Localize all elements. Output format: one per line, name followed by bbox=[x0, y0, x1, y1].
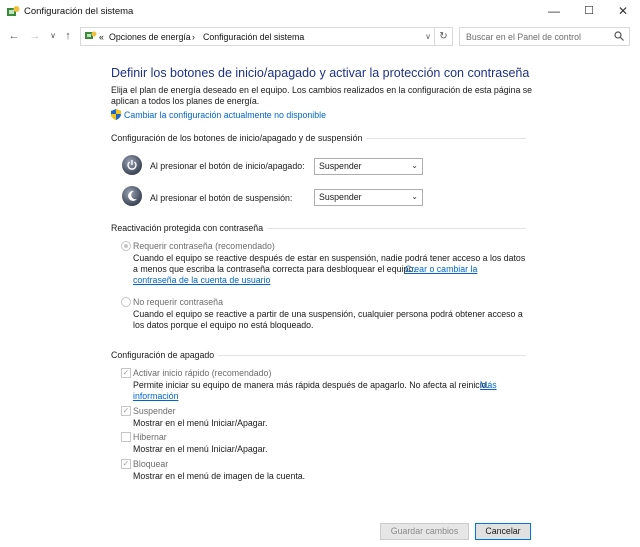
power-options-icon bbox=[7, 6, 20, 16]
no-password-desc-2: los datos porque el equipo no está bloqu… bbox=[133, 320, 314, 330]
create-password-link-line-2[interactable]: contraseña de la cuenta de usuario bbox=[133, 275, 270, 285]
require-password-desc-2: a menos que escriba la contraseña correc… bbox=[133, 264, 416, 274]
back-arrow-icon[interactable]: ← bbox=[7, 29, 21, 43]
sleep-button-label: Al presionar el botón de suspensión: bbox=[150, 193, 293, 203]
intro-text-line-1: Elija el plan de energía deseado en el e… bbox=[111, 85, 533, 95]
breadcrumb-power-options[interactable]: Opciones de energía bbox=[109, 32, 191, 42]
search-icon[interactable] bbox=[614, 31, 624, 41]
power-buttons-section-title: Configuración de los botones de inicio/a… bbox=[111, 133, 367, 143]
lock-desc: Mostrar en el menú de imagen de la cuent… bbox=[133, 471, 306, 481]
up-arrow-icon[interactable]: ↑ bbox=[61, 29, 75, 43]
sleep-button-action-select[interactable]: Suspender ⌄ bbox=[314, 189, 423, 206]
search-input[interactable]: Buscar en el Panel de control bbox=[466, 32, 581, 42]
more-info-link[interactable]: Más bbox=[480, 380, 497, 390]
page-title: Definir los botones de inicio/apagado y … bbox=[111, 66, 530, 80]
chevron-down-icon: ⌄ bbox=[411, 192, 418, 201]
chevron-down-icon: ⌄ bbox=[411, 161, 418, 170]
sleep-button-action-value: Suspender bbox=[319, 192, 362, 202]
fast-startup-checkbox[interactable]: ✓ bbox=[121, 368, 131, 378]
require-password-label[interactable]: Requerir contraseña (recomendado) bbox=[133, 241, 275, 251]
no-password-label[interactable]: No requerir contraseña bbox=[133, 297, 223, 307]
forward-arrow-icon[interactable]: → bbox=[28, 29, 42, 43]
fast-startup-label[interactable]: Activar inicio rápido (recomendado) bbox=[133, 368, 271, 378]
control-panel-icon bbox=[85, 31, 97, 39]
address-dropdown-icon[interactable]: ∨ bbox=[422, 28, 434, 45]
title-bar: Configuración del sistema — ☐ ✕ bbox=[0, 0, 640, 24]
save-changes-button[interactable]: Guardar cambios bbox=[380, 523, 469, 540]
hibernate-label[interactable]: Hibernar bbox=[133, 432, 167, 442]
recent-locations-icon[interactable]: ∨ bbox=[46, 29, 60, 43]
address-bar[interactable]: « Opciones de energía › Configuración de… bbox=[80, 27, 453, 46]
cancel-button[interactable]: Cancelar bbox=[475, 523, 531, 540]
lock-checkbox[interactable]: ✓ bbox=[121, 459, 131, 469]
require-password-desc-1: Cuando el equipo se reactive después de … bbox=[133, 253, 526, 263]
change-settings-link[interactable]: Cambiar la configuración actualmente no … bbox=[124, 110, 326, 120]
shutdown-section-title: Configuración de apagado bbox=[111, 350, 219, 360]
breadcrumb-prefix[interactable]: « bbox=[99, 32, 104, 42]
suspend-label[interactable]: Suspender bbox=[133, 406, 176, 416]
suspend-checkbox[interactable]: ✓ bbox=[121, 406, 131, 416]
refresh-icon[interactable]: ↻ bbox=[434, 28, 452, 45]
suspend-desc: Mostrar en el menú Iniciar/Apagar. bbox=[133, 418, 268, 428]
search-box[interactable]: Buscar en el Panel de control bbox=[459, 27, 630, 46]
sleep-button-icon bbox=[122, 186, 142, 206]
power-button-action-value: Suspender bbox=[319, 161, 362, 171]
window-title: Configuración del sistema bbox=[24, 6, 134, 17]
shield-icon bbox=[111, 109, 121, 120]
more-info-link-line-2[interactable]: información bbox=[133, 391, 178, 401]
power-button-label: Al presionar el botón de inicio/apagado: bbox=[150, 161, 305, 171]
power-button-icon bbox=[122, 155, 142, 175]
fast-startup-desc: Permite iniciar su equipo de manera más … bbox=[133, 380, 489, 390]
hibernate-checkbox[interactable] bbox=[121, 432, 131, 442]
breadcrumb-system-settings[interactable]: Configuración del sistema bbox=[203, 32, 304, 42]
intro-text-line-2: aplican a todos los planes de energía. bbox=[111, 96, 260, 106]
breadcrumb-separator: › bbox=[192, 32, 195, 42]
lock-label[interactable]: Bloquear bbox=[133, 459, 168, 469]
hibernate-desc: Mostrar en el menú Iniciar/Apagar. bbox=[133, 444, 268, 454]
no-password-desc-1: Cuando el equipo se reactive a partir de… bbox=[133, 309, 523, 319]
minimize-button[interactable]: — bbox=[537, 0, 571, 24]
require-password-radio[interactable] bbox=[121, 241, 131, 251]
password-section-title: Reactivación protegida con contraseña bbox=[111, 223, 268, 233]
maximize-button[interactable]: ☐ bbox=[572, 0, 606, 24]
create-password-link[interactable]: Crear o cambiar la bbox=[405, 264, 477, 274]
power-button-action-select[interactable]: Suspender ⌄ bbox=[314, 158, 423, 175]
no-password-radio[interactable] bbox=[121, 297, 131, 307]
close-button[interactable]: ✕ bbox=[606, 0, 640, 24]
